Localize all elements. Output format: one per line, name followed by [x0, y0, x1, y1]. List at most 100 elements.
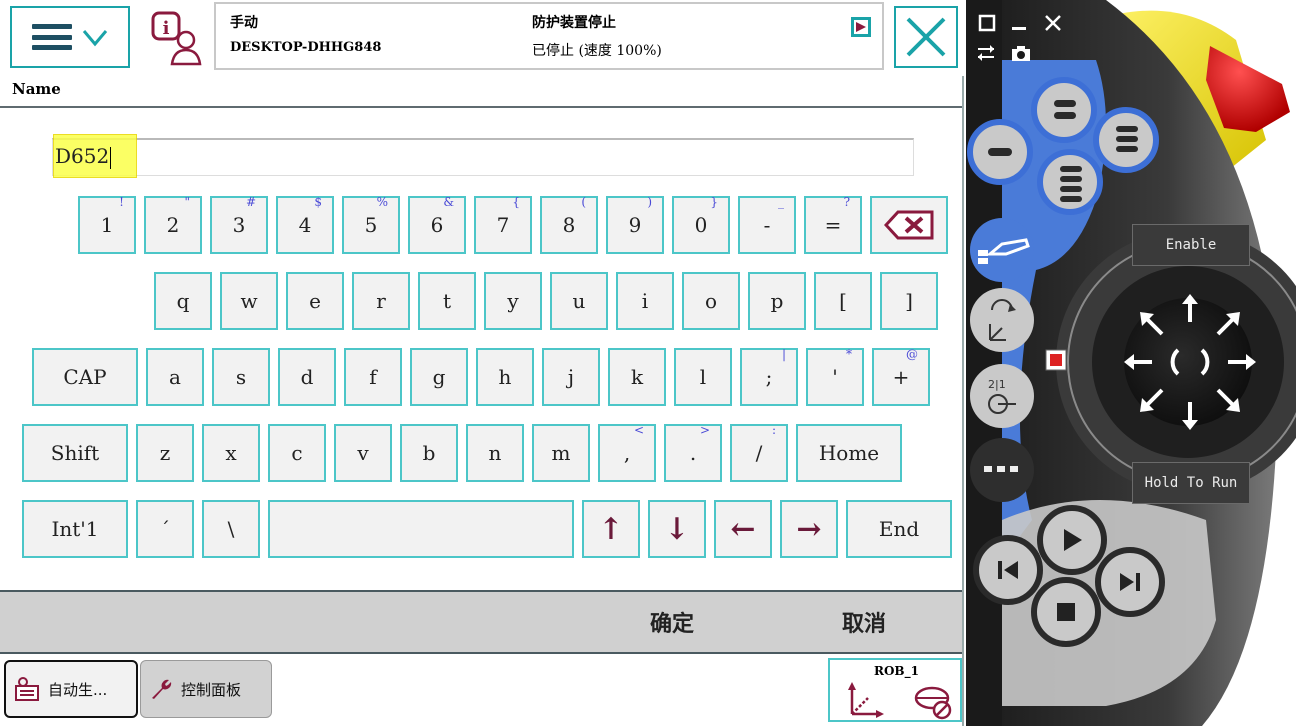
event-log-icon[interactable]: i — [150, 10, 206, 66]
key-1[interactable]: 1! — [78, 195, 136, 254]
key-11[interactable]: [ — [814, 272, 872, 330]
key-2[interactable]: w — [220, 272, 278, 330]
key-3[interactable]: 3 # — [210, 195, 268, 254]
main-menu-button[interactable] — [10, 6, 130, 68]
key-4[interactable]: 4 $ — [276, 195, 334, 254]
key-10[interactable]: p — [748, 272, 806, 330]
step-forward-icon[interactable] — [1116, 568, 1144, 596]
end-key[interactable]: End — [846, 500, 952, 558]
key-3[interactable]: c — [268, 424, 326, 482]
key-2[interactable]: s — [212, 348, 270, 406]
arrow-left-key[interactable]: ← — [714, 500, 772, 558]
play-icon[interactable] — [1058, 526, 1086, 554]
close-window-button[interactable] — [1040, 10, 1066, 36]
key-shift-label: * — [846, 347, 852, 361]
top-bar: i 手动 DESKTOP-DHHG848 防护装置停止 已停止 (速度 100%… — [0, 0, 964, 76]
key-shift-label: : — [771, 423, 776, 437]
key-4[interactable]: v — [334, 424, 392, 482]
key-5[interactable]: t — [418, 272, 476, 330]
key-4[interactable]: r — [352, 272, 410, 330]
intl-key[interactable]: Int'1 — [22, 500, 128, 558]
task-control-panel[interactable]: 控制面板 — [140, 660, 272, 718]
space-key[interactable] — [268, 500, 574, 558]
key-9[interactable]: o — [682, 272, 740, 330]
key-5[interactable]: 5% — [342, 195, 400, 254]
key-1[interactable]: a — [146, 348, 204, 406]
camera-icon[interactable] — [1010, 44, 1032, 62]
step-backward-icon[interactable] — [994, 556, 1022, 584]
acute-key[interactable]: ´ — [136, 500, 194, 558]
operating-mode: 手动 — [230, 15, 258, 31]
quickset-robot-button[interactable]: ROB_1 — [828, 658, 962, 722]
ok-button[interactable]: 确定 — [650, 606, 694, 638]
close-button[interactable] — [894, 6, 958, 68]
reorient-icon[interactable] — [982, 296, 1022, 344]
key-label: 3 — [232, 213, 246, 237]
key-9[interactable]: . > — [664, 423, 722, 482]
key-6[interactable]: h — [476, 348, 534, 406]
key-10[interactable]: ; | — [740, 347, 798, 406]
key-label: 6 — [430, 213, 444, 237]
restore-window-button[interactable] — [974, 10, 1000, 36]
key-7[interactable]: m — [532, 424, 590, 482]
key-label: r — [376, 289, 386, 313]
backspace-key[interactable] — [870, 196, 948, 254]
key-1[interactable]: q — [154, 272, 212, 330]
arrow-up-key[interactable]: ↑ — [582, 500, 640, 558]
wrench-icon — [152, 679, 172, 699]
key-10[interactable]: 0} — [672, 195, 730, 254]
key-5[interactable]: g — [410, 348, 468, 406]
joystick-direction-icon[interactable] — [1120, 292, 1260, 432]
key-6[interactable]: n — [466, 424, 524, 482]
key-label: i — [641, 289, 649, 313]
key-label: h — [498, 365, 512, 389]
key-10[interactable]: /: — [730, 423, 788, 482]
key-12[interactable]: ] — [880, 272, 938, 330]
arrow-down-key[interactable]: ↓ — [648, 500, 706, 558]
backslash-key[interactable]: \ — [202, 500, 260, 558]
key-3[interactable]: d — [278, 348, 336, 406]
key-label: 7 — [496, 213, 510, 237]
shift-key[interactable]: Shift — [22, 424, 128, 482]
key-2[interactable]: x — [202, 424, 260, 482]
key-9[interactable]: l — [674, 348, 732, 406]
key-8[interactable]: k — [608, 348, 666, 406]
key-label: = — [824, 213, 842, 237]
key-6[interactable]: 6 & — [408, 195, 466, 254]
key-1[interactable]: z — [136, 424, 194, 482]
key-7[interactable]: 7{ — [474, 195, 532, 254]
key-shift-label: ? — [843, 195, 850, 209]
swap-icon[interactable] — [976, 44, 996, 62]
key-11[interactable]: - _ — [738, 195, 796, 254]
key-3[interactable]: e — [286, 272, 344, 330]
key-label: t — [442, 289, 452, 313]
key-9[interactable]: 9) — [606, 195, 664, 254]
key-6[interactable]: y — [484, 272, 542, 330]
key-12[interactable]: =? — [804, 195, 862, 254]
key-7[interactable]: u — [550, 272, 608, 330]
arrow-right-key[interactable]: → — [780, 500, 838, 558]
key-4[interactable]: f — [344, 348, 402, 406]
key-label: y — [507, 289, 519, 313]
key-2[interactable]: 2 " — [144, 195, 202, 254]
key-label: 8 — [562, 213, 576, 237]
key-5[interactable]: b — [400, 424, 458, 482]
home-key[interactable]: Home — [796, 424, 902, 482]
key-12[interactable]: + @ — [872, 347, 930, 406]
status-bar[interactable]: 手动 DESKTOP-DHHG848 防护装置停止 已停止 (速度 100%) — [214, 2, 884, 70]
key-label: 0 — [694, 213, 708, 237]
name-input[interactable]: D652 — [52, 134, 914, 178]
key-8[interactable]: 8( — [540, 195, 598, 254]
task-auto-production[interactable]: 自动生... — [4, 660, 138, 718]
key-8[interactable]: , < — [598, 423, 656, 482]
caps-key[interactable]: CAP — [32, 348, 138, 406]
robot-arm-icon[interactable] — [976, 232, 1032, 268]
key-11[interactable]: ' * — [806, 347, 864, 406]
minimize-window-button[interactable] — [1006, 10, 1032, 36]
key-7[interactable]: j — [542, 348, 600, 406]
stop-icon[interactable] — [1052, 598, 1080, 626]
key-8[interactable]: i — [616, 272, 674, 330]
key-label: b — [422, 441, 436, 465]
cancel-button[interactable]: 取消 — [842, 606, 886, 638]
jog-axis-icon[interactable]: 2|1 — [982, 374, 1022, 418]
